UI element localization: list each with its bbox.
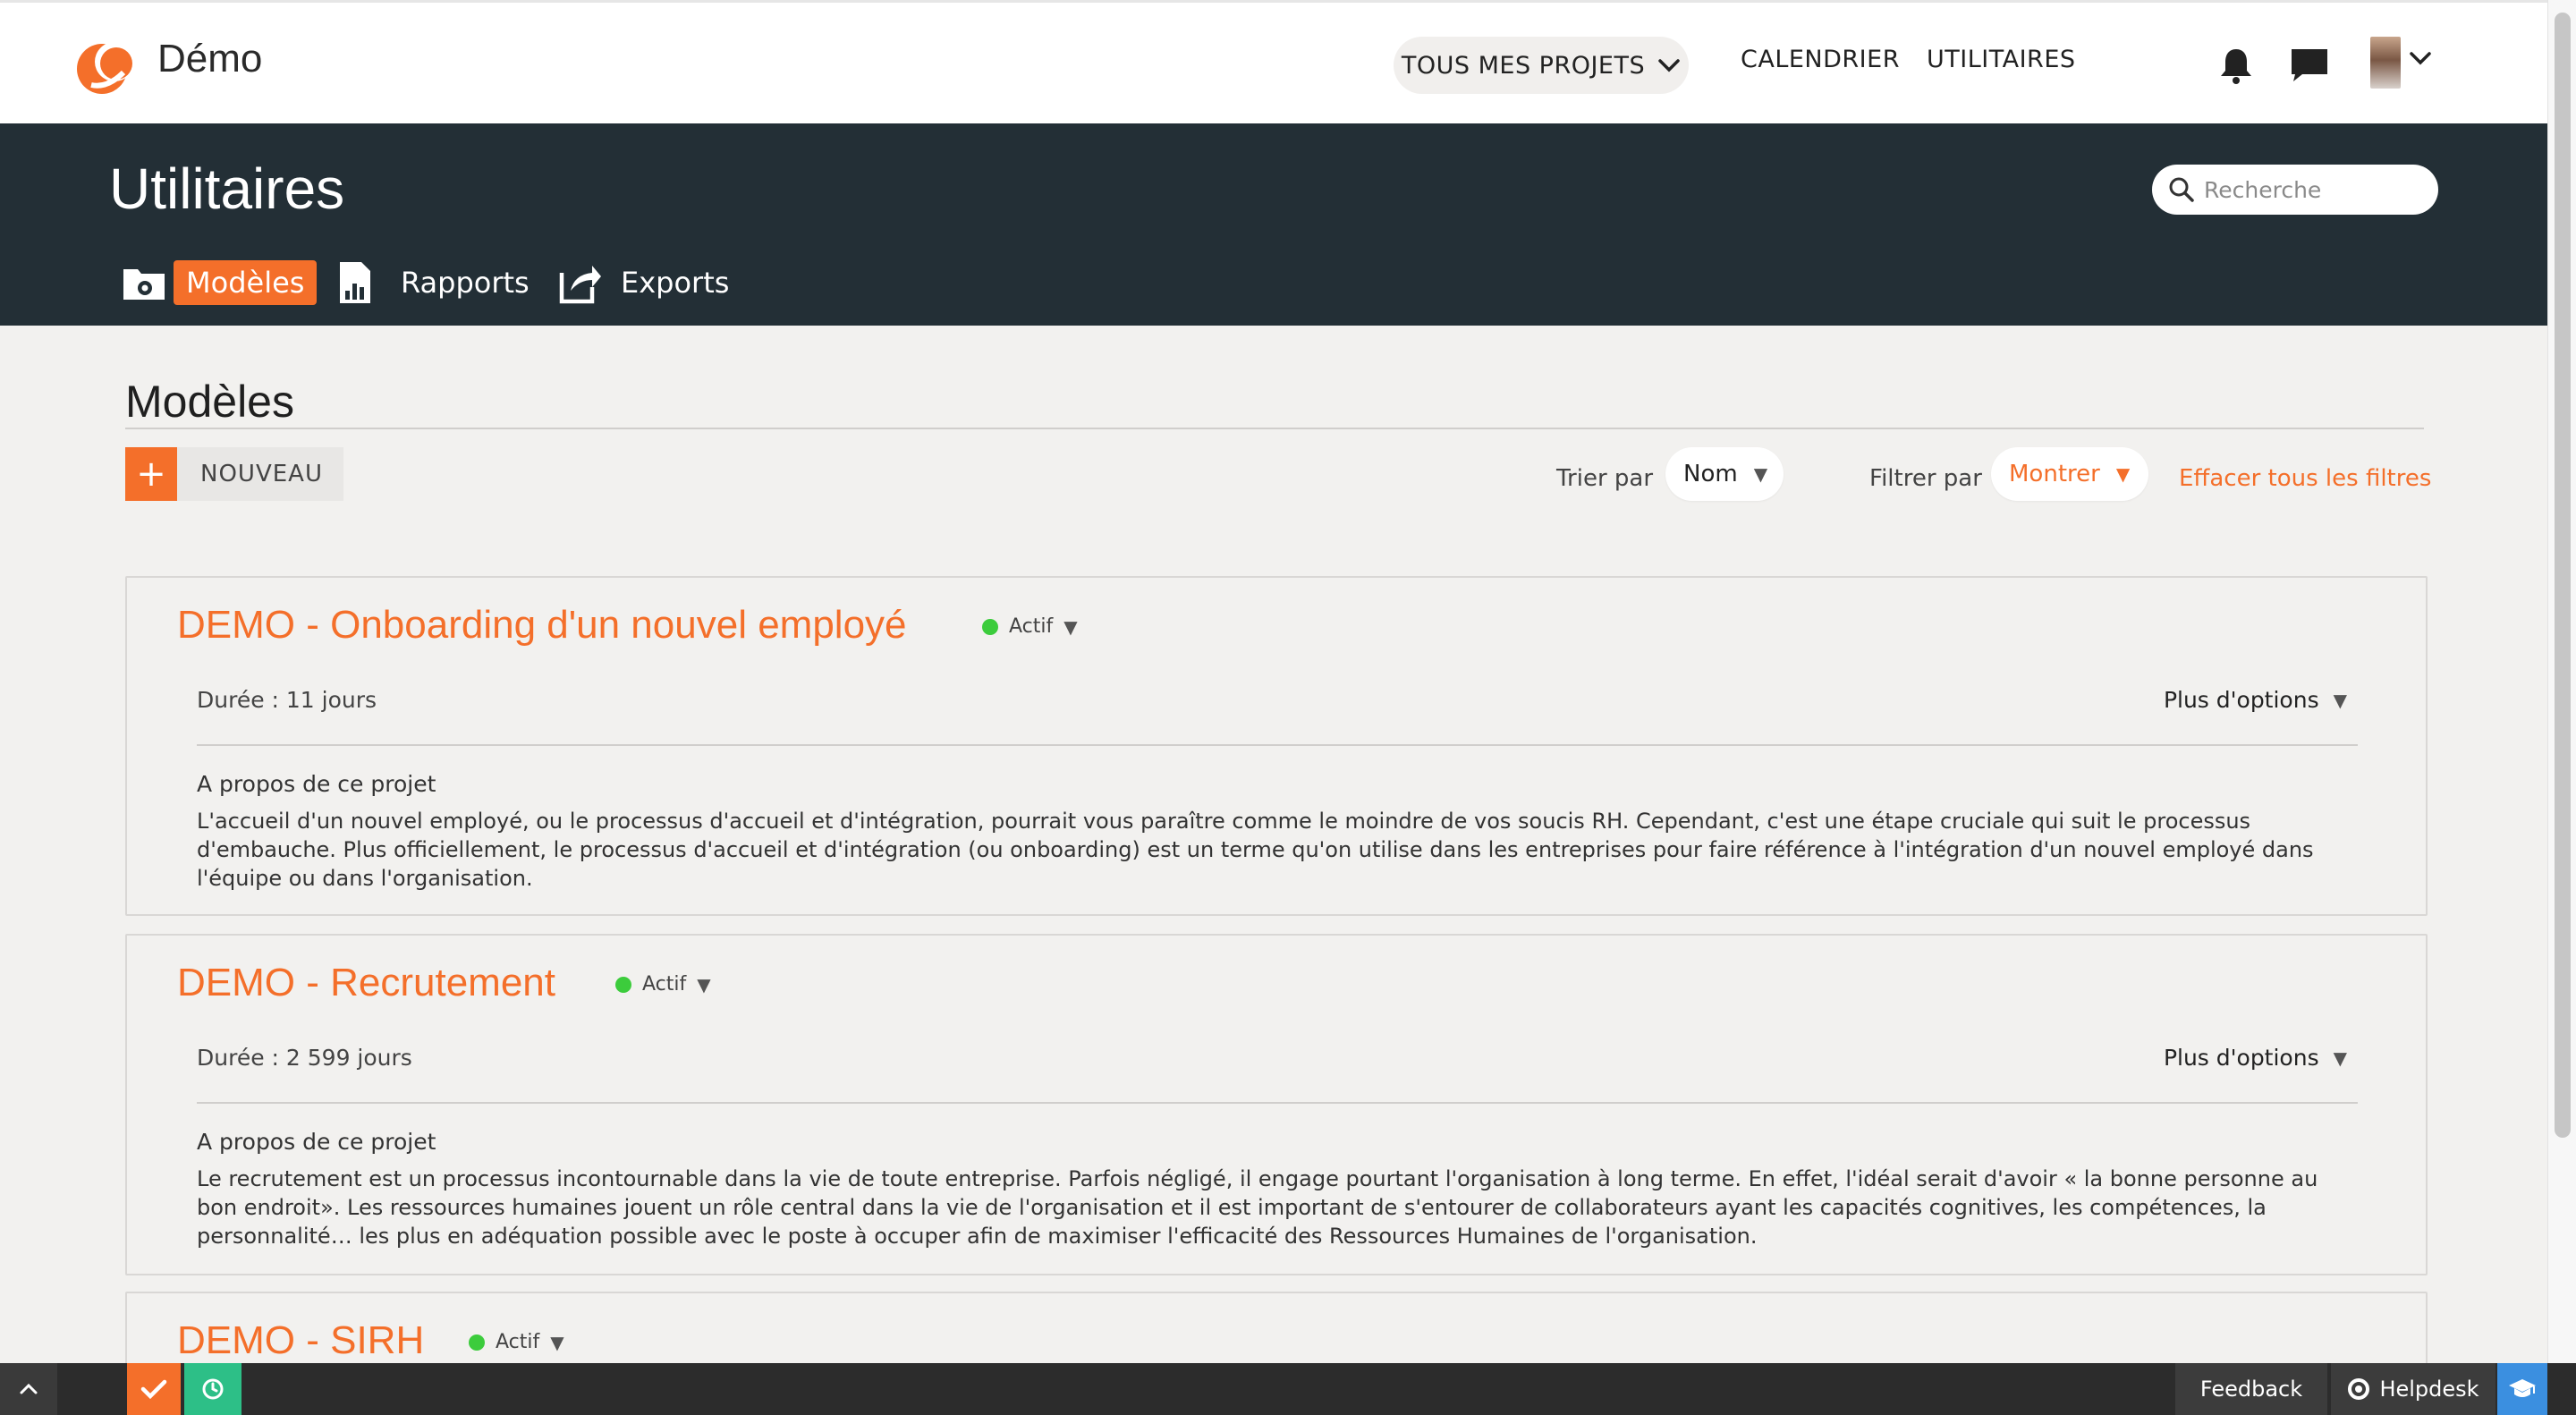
caret-down-icon: ▼ — [2115, 463, 2131, 485]
clock-icon — [202, 1378, 224, 1400]
caret-down-icon: ▼ — [1063, 615, 1078, 638]
helpdesk-button[interactable]: Helpdesk — [2331, 1363, 2496, 1415]
template-duration: Durée : 2 599 jours — [197, 1045, 412, 1071]
nav-utilities[interactable]: UTILITAIRES — [1927, 46, 2076, 73]
nav-calendar[interactable]: CALENDRIER — [1741, 46, 1900, 73]
top-bar: Démo TOUS MES PROJETS CALENDRIER UTILITA… — [0, 0, 2547, 123]
search-input[interactable] — [2204, 176, 2419, 203]
page: Démo TOUS MES PROJETS CALENDRIER UTILITA… — [0, 0, 2547, 1399]
tab-reports[interactable]: Rapports — [333, 258, 530, 308]
helpdesk-label: Helpdesk — [2379, 1377, 2479, 1402]
scrollbar[interactable] — [2547, 0, 2576, 1363]
avatar[interactable] — [2370, 37, 2401, 89]
about-heading: A propos de ce projet — [197, 1129, 436, 1155]
section-title: Modèles — [125, 377, 294, 427]
export-icon — [559, 266, 601, 304]
template-title[interactable]: DEMO - Recrutement — [177, 961, 555, 1005]
status-dropdown[interactable]: Actif ▼ — [469, 1331, 564, 1353]
search-box[interactable] — [2152, 165, 2438, 215]
timer-button[interactable] — [184, 1363, 242, 1415]
caret-down-icon: ▼ — [2333, 689, 2347, 711]
new-template-label: NOUVEAU — [200, 461, 323, 487]
status-label: Actif — [642, 973, 687, 996]
tasks-button[interactable] — [127, 1363, 181, 1415]
template-title[interactable]: DEMO - SIRH — [177, 1318, 424, 1363]
status-dot-icon — [982, 618, 998, 635]
divider — [125, 428, 2424, 429]
chevron-up-icon — [20, 1383, 38, 1394]
more-options-label: Plus d'options — [2163, 1045, 2319, 1071]
plus-icon: + — [125, 447, 177, 501]
status-dropdown[interactable]: Actif ▼ — [615, 973, 711, 996]
sort-label: Trier par — [1556, 465, 1654, 492]
bottom-bar: Feedback Helpdesk — [0, 1363, 2576, 1415]
report-chart-icon — [340, 262, 370, 303]
nav-all-projects-label: TOUS MES PROJETS — [1401, 51, 1646, 80]
caret-down-icon: ▼ — [1753, 463, 1768, 485]
chat-icon[interactable] — [2290, 47, 2329, 83]
sort-value: Nom — [1683, 461, 1738, 487]
more-options-button[interactable]: Plus d'options ▼ — [2164, 1045, 2347, 1071]
folder-gear-icon — [123, 269, 165, 300]
brand-name[interactable]: Démo — [157, 37, 262, 81]
tab-models-label: Modèles — [174, 260, 318, 305]
caret-down-icon: ▼ — [2333, 1046, 2347, 1069]
status-label: Actif — [496, 1331, 540, 1353]
search-icon — [2169, 177, 2194, 202]
tab-exports-label: Exports — [621, 266, 730, 300]
status-label: Actif — [1009, 615, 1054, 638]
status-dot-icon — [615, 976, 631, 993]
chevron-down-icon[interactable] — [2408, 49, 2433, 67]
caret-down-icon: ▼ — [697, 973, 711, 996]
status-dropdown[interactable]: Actif ▼ — [982, 615, 1078, 638]
divider — [197, 1102, 2358, 1104]
template-card: DEMO - Onboarding d'un nouvel employé Ac… — [125, 576, 2428, 916]
more-options-button[interactable]: Plus d'options ▼ — [2164, 687, 2347, 713]
template-title[interactable]: DEMO - Onboarding d'un nouvel employé — [177, 603, 907, 648]
sort-select[interactable]: Nom ▼ — [1665, 447, 1784, 501]
bell-icon[interactable] — [2218, 46, 2254, 85]
more-options-label: Plus d'options — [2163, 687, 2319, 713]
check-icon — [140, 1379, 167, 1400]
chevron-down-icon — [1658, 59, 1680, 72]
tab-exports[interactable]: Exports — [558, 258, 729, 308]
filter-select[interactable]: Montrer ▼ — [1991, 447, 2148, 501]
template-description: Le recrutement est un processus incontou… — [197, 1166, 2318, 1249]
status-dot-icon — [469, 1334, 485, 1351]
feedback-button[interactable]: Feedback — [2175, 1363, 2327, 1415]
template-description: L'accueil d'un nouvel employé, ou le pro… — [197, 809, 2314, 891]
filter-value: Montrer — [2009, 461, 2100, 487]
nav-all-projects[interactable]: TOUS MES PROJETS — [1394, 37, 1689, 94]
graduation-cap-icon — [2509, 1379, 2536, 1397]
caret-down-icon: ▼ — [550, 1331, 564, 1353]
collapse-button[interactable] — [0, 1363, 57, 1415]
filter-label: Filtrer par — [1869, 465, 1982, 492]
clear-filters-link[interactable]: Effacer tous les filtres — [2179, 465, 2431, 492]
app-logo-icon[interactable] — [75, 35, 140, 99]
template-card: DEMO - Recrutement Actif ▼ Durée : 2 599… — [125, 934, 2428, 1275]
page-header: Utilitaires Modèles — [0, 123, 2547, 326]
scrollbar-thumb[interactable] — [2555, 13, 2571, 1138]
tab-models[interactable]: Modèles — [122, 258, 318, 308]
new-template-button[interactable]: + NOUVEAU — [125, 447, 343, 501]
academy-button[interactable] — [2497, 1363, 2547, 1415]
lifebuoy-icon — [2348, 1378, 2370, 1400]
page-title: Utilitaires — [109, 157, 345, 221]
divider — [197, 744, 2358, 746]
tab-reports-label: Rapports — [401, 266, 530, 300]
template-duration: Durée : 11 jours — [197, 687, 377, 713]
about-heading: A propos de ce projet — [197, 771, 436, 797]
